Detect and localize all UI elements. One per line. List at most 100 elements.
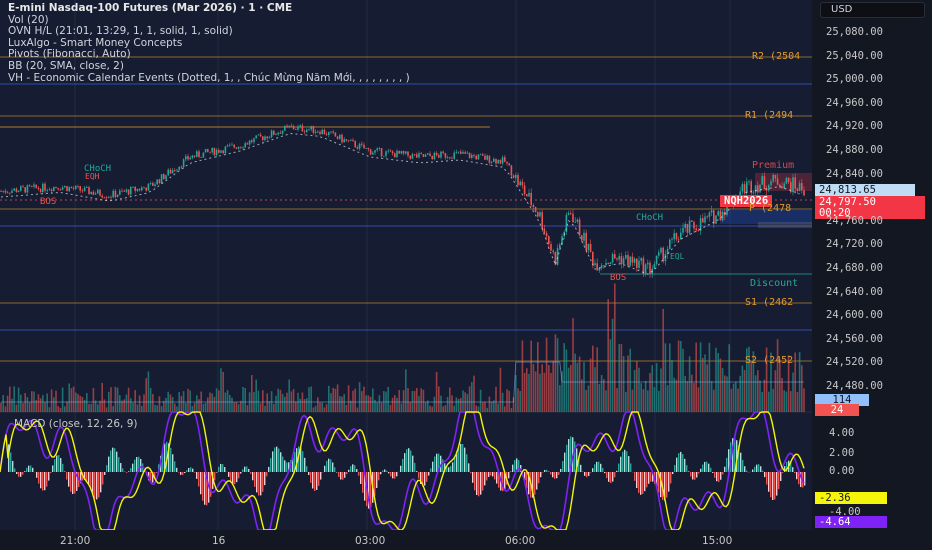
volume-bar [39,398,42,412]
macd-histogram-bar [108,456,110,472]
macd-histogram-bar [538,472,540,484]
macd-histogram-bar [684,458,686,472]
candle-body [198,151,200,157]
candle-body [163,174,165,180]
candle-body [220,150,222,153]
macd-legend[interactable]: MACD (close, 12, 26, 9) [14,418,137,430]
candle-body [145,187,147,191]
macd-histogram-bar [26,467,28,472]
candle-body [116,194,119,198]
candle-body [325,134,328,135]
macd-histogram-bar [766,472,768,485]
macd-histogram-bar [628,456,630,472]
candle-body [748,181,750,183]
volume-bar [567,367,570,412]
macd-histogram-bar [132,463,134,472]
candle-body [614,254,616,259]
candle-body [796,188,799,191]
macd-histogram-bar [644,472,646,492]
macd-histogram-bar [476,472,478,495]
candle-body [226,145,229,147]
macd-signal-tag: -2.36 [815,492,887,504]
volume-bar [207,397,209,412]
macd-histogram-bar [488,472,490,477]
candle-body [330,131,332,133]
volume-bar [81,396,84,412]
volume-bar [774,370,777,412]
volume-bar [466,393,469,412]
candle-body [517,174,519,186]
macd-histogram-bar [352,464,354,472]
candle-body [616,258,618,260]
macd-histogram-bar [466,454,468,472]
candle-body [761,176,763,185]
candle-body [801,183,803,191]
candle-body [424,154,427,157]
volume-bar [609,339,612,412]
macd-histogram-bar [100,472,102,493]
macd-histogram-bar [392,472,394,479]
candle-body [259,134,262,137]
macd-histogram-bar [596,461,598,472]
candle-body [539,212,541,217]
volume-bar [585,390,587,412]
macd-histogram-bar [690,472,692,477]
symbol-title[interactable]: E-mini Nasdaq-100 Futures (Mar 2026) · 1… [8,2,410,15]
volume-bar [675,379,678,412]
candle-body [708,212,711,218]
candle-body [607,263,609,265]
chart-pane[interactable]: E-mini Nasdaq-100 Futures (Mar 2026) · 1… [0,0,812,530]
volume-bar [110,387,112,412]
currency-button[interactable]: USD [820,2,925,18]
pivot-r1-label: R1 (2494 [745,110,794,121]
macd-histogram-bar [468,463,470,472]
candle-body [246,143,249,145]
macd-histogram-bar [744,466,746,472]
candle-body [143,187,145,189]
volume-bar [475,405,477,412]
volume-bar [550,372,552,412]
macd-histogram-bar [612,472,614,482]
indicator-bb[interactable]: BB (20, SMA, close, 2) [8,60,410,73]
candle-body [493,158,495,162]
macd-histogram-bar [426,472,428,482]
macd-histogram-bar [348,469,350,472]
candle-body [633,258,636,263]
candle-body [182,159,185,168]
macd-histogram-bar [566,444,568,472]
candle-body [792,177,794,193]
volume-bar [79,395,81,412]
candle-body [671,239,673,240]
volume-bar [306,398,308,412]
macd-histogram-bar [764,472,766,478]
macd-histogram-bar [688,471,690,472]
candle-body [479,154,482,156]
candle-body [112,190,114,198]
candle-body [83,187,86,192]
macd-histogram-bar [394,472,396,479]
indicator-econ[interactable]: VH - Economic Calendar Events (Dotted, 1… [8,72,410,85]
candle-body [242,147,244,149]
candle-body [332,131,334,133]
candle-body [127,189,130,195]
volume-bar [352,390,354,412]
macd-histogram-bar [562,461,564,472]
macd-histogram-bar [190,467,192,472]
volume-bar [515,375,517,412]
candle-body [200,156,202,158]
volume-bar [589,358,592,412]
volume-bar [433,396,436,412]
volume-bar [235,401,238,412]
candle-body [409,155,411,159]
macd-histogram-bar [616,470,618,472]
volume-bar [506,389,508,412]
macd-histogram-bar [492,472,494,477]
candle-body [442,151,444,154]
candle-body [490,161,493,163]
volume-bar [779,358,781,412]
volume-bar [15,404,18,412]
macd-histogram-bar [122,468,124,472]
volume-bar [369,396,372,412]
volume-bar [717,353,719,412]
volume-bar [64,406,66,412]
